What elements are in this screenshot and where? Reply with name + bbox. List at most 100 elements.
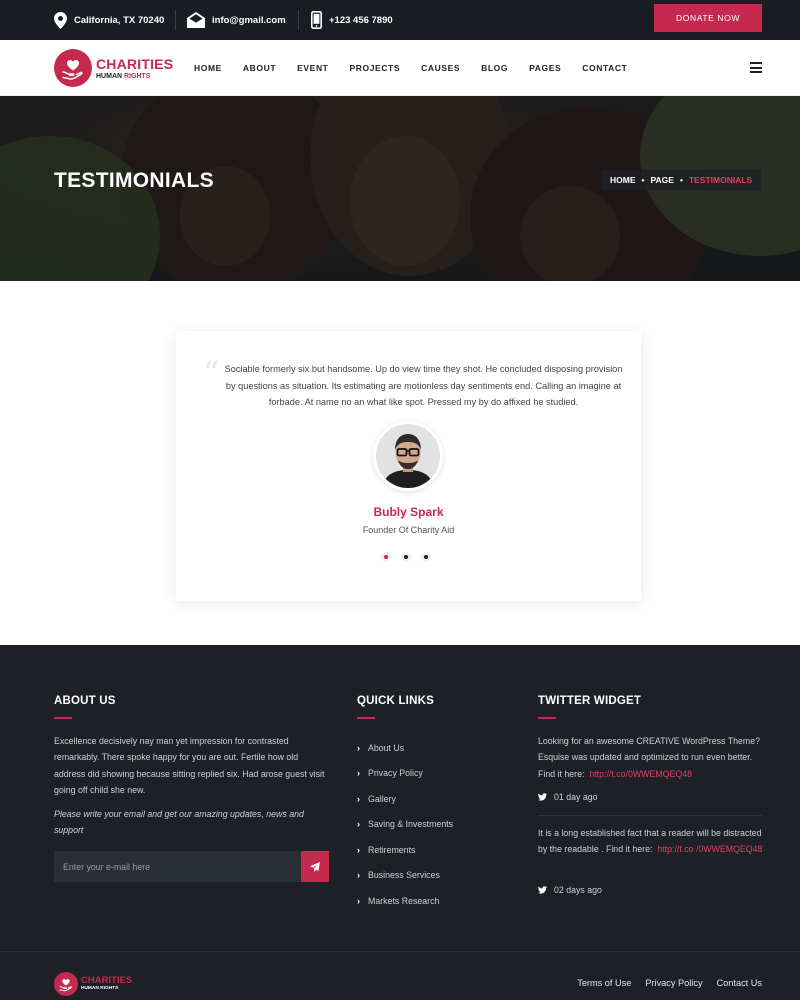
site-logo[interactable]: CHARITIES HUMAN RIGHTS: [54, 49, 173, 87]
quick-link-retirements[interactable]: › Retirements: [357, 837, 453, 863]
phone-text[interactable]: +123 456 7890: [329, 15, 393, 26]
phone-info[interactable]: +123 456 7890: [311, 0, 393, 40]
quick-link-label[interactable]: Markets Research: [368, 896, 439, 906]
nav-event[interactable]: EVENT: [297, 63, 328, 73]
breadcrumb: HOME • PAGE • TESTIMONIALS: [601, 170, 762, 190]
footer-quick-links-heading: QUICK LINKS: [357, 695, 434, 707]
email-text[interactable]: info@gmail.com: [212, 15, 286, 26]
newsletter-email-input[interactable]: [54, 851, 301, 882]
logo-subtitle-part2: RIGHTS: [124, 72, 151, 80]
nav-contact[interactable]: CONTACT: [582, 63, 627, 73]
heading-underline: [54, 717, 72, 719]
contact-us-link[interactable]: Contact Us: [717, 978, 762, 988]
breadcrumb-home[interactable]: HOME: [610, 175, 636, 185]
carousel-dots: [381, 552, 441, 562]
twitter-bird-icon: [538, 793, 547, 801]
nav-home[interactable]: HOME: [194, 63, 222, 73]
tweet-link[interactable]: http://t.co /0WWEMQEQ48: [657, 844, 762, 854]
twitter-bird-icon: [538, 886, 547, 894]
avatar: [373, 421, 443, 491]
quick-link-markets-research[interactable]: › Markets Research: [357, 888, 453, 914]
newsletter-submit-button[interactable]: [301, 851, 329, 882]
nav-about[interactable]: ABOUT: [243, 63, 276, 73]
tweet-time: 01 day ago: [554, 792, 598, 802]
footer-about-heading: ABOUT US: [54, 695, 116, 707]
page-title: TESTIMONIALS: [54, 169, 214, 192]
quick-link-label[interactable]: Privacy Policy: [368, 768, 423, 778]
quick-link-label[interactable]: Retirements: [368, 845, 415, 855]
footer-logo-title: CHARITIES: [81, 975, 133, 987]
footer-logo[interactable]: CHARITIES HUMAN RIGHTS: [54, 972, 132, 996]
footer-newsletter-note: Please write your email and get our amaz…: [54, 809, 304, 836]
location-info: California, TX 70240: [54, 0, 164, 40]
email-info[interactable]: info@gmail.com: [187, 0, 286, 40]
chevron-right-icon: ›: [357, 768, 360, 779]
tweet-time: 02 days ago: [554, 885, 602, 895]
breadcrumb-page[interactable]: PAGE: [650, 175, 673, 185]
envelope-icon: [187, 12, 205, 28]
divider: [538, 815, 762, 816]
quick-link-label[interactable]: Saving & Investments: [368, 819, 453, 829]
footer: ABOUT US Excellence decisively nay man y…: [0, 645, 800, 951]
footer-bottom-links: Terms of Use Privacy Policy Contact Us: [563, 978, 762, 988]
breadcrumb-separator: •: [641, 175, 645, 185]
quick-links-list: › About Us › Privacy Policy › Gallery › Savi…: [357, 735, 453, 914]
chevron-right-icon: ›: [357, 793, 360, 804]
heart-hand-logo-icon: [54, 49, 92, 87]
carousel-dot[interactable]: [421, 552, 431, 562]
hamburger-menu-icon[interactable]: [750, 62, 762, 73]
quick-link-about-us[interactable]: › About Us: [357, 735, 453, 761]
testimonial-role: Founder Of Charity Aid: [362, 525, 455, 535]
quote-icon: “: [203, 354, 220, 392]
tweet-text: It is a long established fact that a rea…: [538, 825, 766, 858]
testimonial-card: “ Sociable formerly six but handsome. Up…: [176, 331, 641, 601]
quick-link-saving-investments[interactable]: › Saving & Investments: [357, 812, 453, 838]
tweet-meta: 01 day ago: [538, 792, 598, 802]
breadcrumb-current: TESTIMONIALS: [688, 175, 753, 185]
divider: [298, 10, 299, 30]
testimonial-name: Bubly Spark: [373, 505, 444, 519]
nav-causes[interactable]: CAUSES: [421, 63, 460, 73]
heart-hand-logo-icon: [54, 972, 78, 996]
nav-blog[interactable]: BLOG: [481, 63, 508, 73]
chevron-right-icon: ›: [357, 870, 360, 881]
chevron-right-icon: ›: [357, 895, 360, 906]
person-photo-icon: [376, 424, 440, 488]
chevron-right-icon: ›: [357, 819, 360, 830]
carousel-dot[interactable]: [381, 552, 391, 562]
terms-of-use-link[interactable]: Terms of Use: [577, 978, 631, 988]
logo-title: CHARITIES: [96, 55, 174, 72]
chevron-right-icon: ›: [357, 844, 360, 855]
divider: [175, 10, 176, 30]
paper-plane-icon: [310, 861, 320, 872]
top-bar: California, TX 70240 info@gmail.com +123…: [0, 0, 800, 40]
testimonial-quote: Sociable formerly six but handsome. Up d…: [224, 364, 623, 407]
map-pin-icon: [54, 11, 67, 29]
tweet-meta: 02 days ago: [538, 885, 602, 895]
footer-twitter-heading: TWITTER WIDGET: [538, 695, 642, 707]
quick-link-label[interactable]: Business Services: [368, 870, 440, 880]
tweet-link[interactable]: http://t.co/0WWEMQEQ48: [589, 769, 692, 779]
quick-link-label[interactable]: Gallery: [368, 794, 396, 804]
quick-link-business-services[interactable]: › Business Services: [357, 863, 453, 889]
newsletter-form: [54, 851, 329, 882]
tweet-text: Looking for an awesome CREATIVE WordPres…: [538, 733, 766, 782]
nav-pages[interactable]: PAGES: [529, 63, 561, 73]
page-banner: TESTIMONIALS HOME • PAGE • TESTIMONIALS: [0, 96, 800, 281]
privacy-policy-link[interactable]: Privacy Policy: [645, 978, 702, 988]
breadcrumb-separator: •: [679, 175, 683, 185]
quick-link-label[interactable]: About Us: [368, 743, 404, 753]
mobile-phone-icon: [311, 11, 322, 29]
quick-link-gallery[interactable]: › Gallery: [357, 786, 453, 812]
carousel-dot[interactable]: [401, 552, 411, 562]
quick-link-privacy-policy[interactable]: › Privacy Policy: [357, 761, 453, 787]
main-header: CHARITIES HUMAN RIGHTS HOME ABOUT EVENT …: [0, 40, 800, 96]
location-text: California, TX 70240: [74, 14, 165, 26]
nav-projects[interactable]: PROJECTS: [349, 63, 400, 73]
donate-now-button[interactable]: DONATE NOW: [654, 4, 762, 32]
heading-underline: [538, 717, 556, 719]
logo-subtitle-part1: HUMAN: [96, 72, 123, 80]
logo-subtitle: HUMAN RIGHTS: [96, 73, 173, 80]
footer-logo-subtitle: HUMAN RIGHTS: [81, 985, 119, 991]
heading-underline: [357, 717, 375, 719]
